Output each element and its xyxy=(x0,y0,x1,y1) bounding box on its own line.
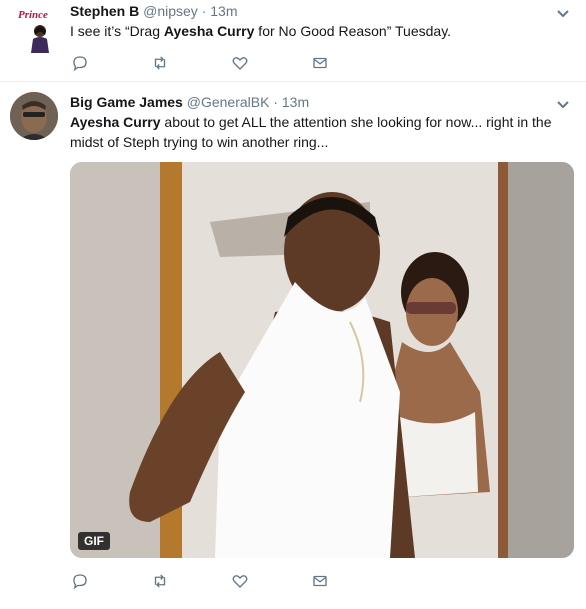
reply-icon[interactable] xyxy=(68,53,92,73)
separator-dot: · xyxy=(201,3,207,19)
tweet-header: Big Game James @GeneralBK · 13m xyxy=(70,94,309,110)
avatar-image xyxy=(10,92,58,140)
fullname[interactable]: Big Game James xyxy=(70,94,183,110)
tweet-text-plain: I see it’s “Drag xyxy=(70,23,164,39)
fullname[interactable]: Stephen B xyxy=(70,3,139,19)
tweet-text: I see it’s “Drag Ayesha Curry for No Goo… xyxy=(70,21,570,41)
avatar[interactable]: Prince xyxy=(14,5,62,53)
timestamp[interactable]: 13m xyxy=(210,3,237,19)
tweet[interactable]: Big Game James @GeneralBK · 13m Ayesha C… xyxy=(0,82,586,609)
gif-media[interactable]: GIF xyxy=(70,162,574,558)
tweet-text-plain: for No Good Reason” Tuesday. xyxy=(254,23,452,39)
direct-message-icon[interactable] xyxy=(308,571,332,591)
retweet-icon[interactable] xyxy=(148,53,172,73)
tweet-actions xyxy=(70,571,370,591)
tweet-header: Stephen B @nipsey · 13m xyxy=(70,3,238,19)
gif-illustration xyxy=(70,162,574,558)
tweet-text-bold: Ayesha Curry xyxy=(163,23,255,39)
avatar-image: Prince xyxy=(14,5,62,53)
gif-badge: GIF xyxy=(78,532,110,550)
tweet[interactable]: Prince Stephen B @nipsey · 13m I see it’… xyxy=(0,0,586,82)
retweet-icon[interactable] xyxy=(148,571,172,591)
tweet-text: Ayesha Curry about to get ALL the attent… xyxy=(70,112,570,152)
timestamp[interactable]: 13m xyxy=(282,94,309,110)
avatar[interactable] xyxy=(10,92,58,140)
chevron-down-icon[interactable] xyxy=(556,6,570,18)
username[interactable]: @nipsey xyxy=(143,3,198,19)
reply-icon[interactable] xyxy=(68,571,92,591)
like-icon[interactable] xyxy=(228,53,252,73)
tweet-text-bold: Ayesha Curry xyxy=(70,114,161,130)
svg-text:Prince: Prince xyxy=(18,9,48,21)
separator-dot: · xyxy=(273,94,278,110)
like-icon[interactable] xyxy=(228,571,252,591)
chevron-down-icon[interactable] xyxy=(556,97,570,109)
tweet-actions xyxy=(70,53,370,73)
direct-message-icon[interactable] xyxy=(308,53,332,73)
username[interactable]: @GeneralBK xyxy=(187,94,270,110)
